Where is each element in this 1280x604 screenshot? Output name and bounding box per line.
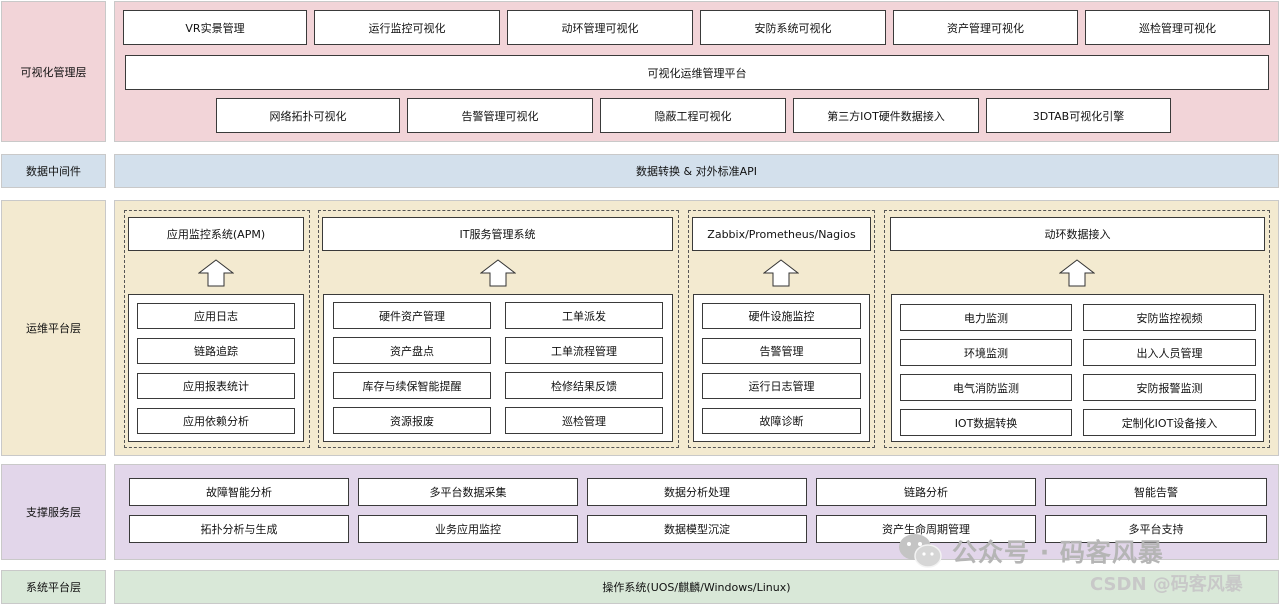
itsm-item: 硬件资产管理 (333, 302, 491, 329)
visual-box: 运行监控可视化 (314, 10, 500, 45)
env-item: 出入人员管理 (1083, 339, 1256, 366)
up-arrow-icon (763, 259, 799, 287)
support-box: 多平台数据采集 (358, 478, 578, 506)
visual-box: 第三方IOT硬件数据接入 (793, 98, 979, 133)
itsm-item: 检修结果反馈 (505, 372, 663, 399)
layer-label-ops: 运维平台层 (1, 200, 106, 456)
itsm-item: 库存与续保智能提醒 (333, 372, 491, 399)
itsm-item: 巡检管理 (505, 407, 663, 434)
apm-item: 链路追踪 (137, 338, 295, 364)
layer-label-system: 系统平台层 (1, 570, 106, 604)
visual-box: 告警管理可视化 (407, 98, 593, 133)
visual-box: 安防系统可视化 (700, 10, 886, 45)
zabbix-item: 告警管理 (702, 338, 861, 364)
env-item: 定制化IOT设备接入 (1083, 409, 1256, 436)
visual-box: VR实景管理 (123, 10, 307, 45)
support-box: 故障智能分析 (129, 478, 349, 506)
band-middleware: 数据转换 & 对外标准API (114, 154, 1279, 188)
visual-box: 隐蔽工程可视化 (600, 98, 786, 133)
support-box: 链路分析 (816, 478, 1036, 506)
layer-label-middleware: 数据中间件 (1, 154, 106, 188)
env-item: 电气消防监测 (900, 374, 1072, 401)
zabbix-title-box: Zabbix/Prometheus/Nagios (692, 217, 871, 251)
visual-box: 3DTAB可视化引擎 (986, 98, 1171, 133)
watermark-wechat: 公众号 · 码客风暴 (952, 538, 1164, 567)
itsm-item: 工单派发 (505, 302, 663, 329)
itsm-item: 资源报废 (333, 407, 491, 434)
env-item: 安防报警监测 (1083, 374, 1256, 401)
up-arrow-icon (480, 259, 516, 287)
zabbix-item: 故障诊断 (702, 408, 861, 434)
itsm-title-box: IT服务管理系统 (322, 217, 673, 251)
support-box: 拓扑分析与生成 (129, 515, 349, 543)
layer-label-support: 支撑服务层 (1, 464, 106, 560)
zabbix-item: 运行日志管理 (702, 373, 861, 399)
apm-item: 应用依赖分析 (137, 408, 295, 434)
env-item: 环境监测 (900, 339, 1072, 366)
apm-item: 应用报表统计 (137, 373, 295, 399)
itsm-item: 资产盘点 (333, 337, 491, 364)
system-os-text: 操作系统(UOS/麒麟/Windows/Linux) (602, 581, 791, 594)
env-item: 安防监控视频 (1083, 304, 1256, 331)
watermark-csdn: CSDN @码客风暴 (1090, 574, 1243, 595)
up-arrow-icon (1059, 259, 1095, 287)
env-item: IOT数据转换 (900, 409, 1072, 436)
up-arrow-icon (198, 259, 234, 287)
apm-title-box: 应用监控系统(APM) (128, 217, 304, 251)
support-box: 智能告警 (1045, 478, 1267, 506)
middleware-api-text: 数据转换 & 对外标准API (636, 165, 757, 178)
env-item: 电力监测 (900, 304, 1072, 331)
visual-box: 资产管理可视化 (893, 10, 1078, 45)
layer-label-visual: 可视化管理层 (1, 1, 106, 142)
env-title-box: 动环数据接入 (890, 217, 1265, 251)
visual-box: 动环管理可视化 (507, 10, 693, 45)
visual-box: 网络拓扑可视化 (216, 98, 400, 133)
visual-platform-box: 可视化运维管理平台 (125, 55, 1269, 90)
apm-item: 应用日志 (137, 303, 295, 329)
wechat-logo-icon (899, 534, 942, 568)
visual-box: 巡检管理可视化 (1085, 10, 1270, 45)
itsm-item: 工单流程管理 (505, 337, 663, 364)
support-box: 数据分析处理 (587, 478, 807, 506)
support-box: 业务应用监控 (358, 515, 578, 543)
zabbix-item: 硬件设施监控 (702, 303, 861, 329)
support-box: 数据模型沉淀 (587, 515, 807, 543)
